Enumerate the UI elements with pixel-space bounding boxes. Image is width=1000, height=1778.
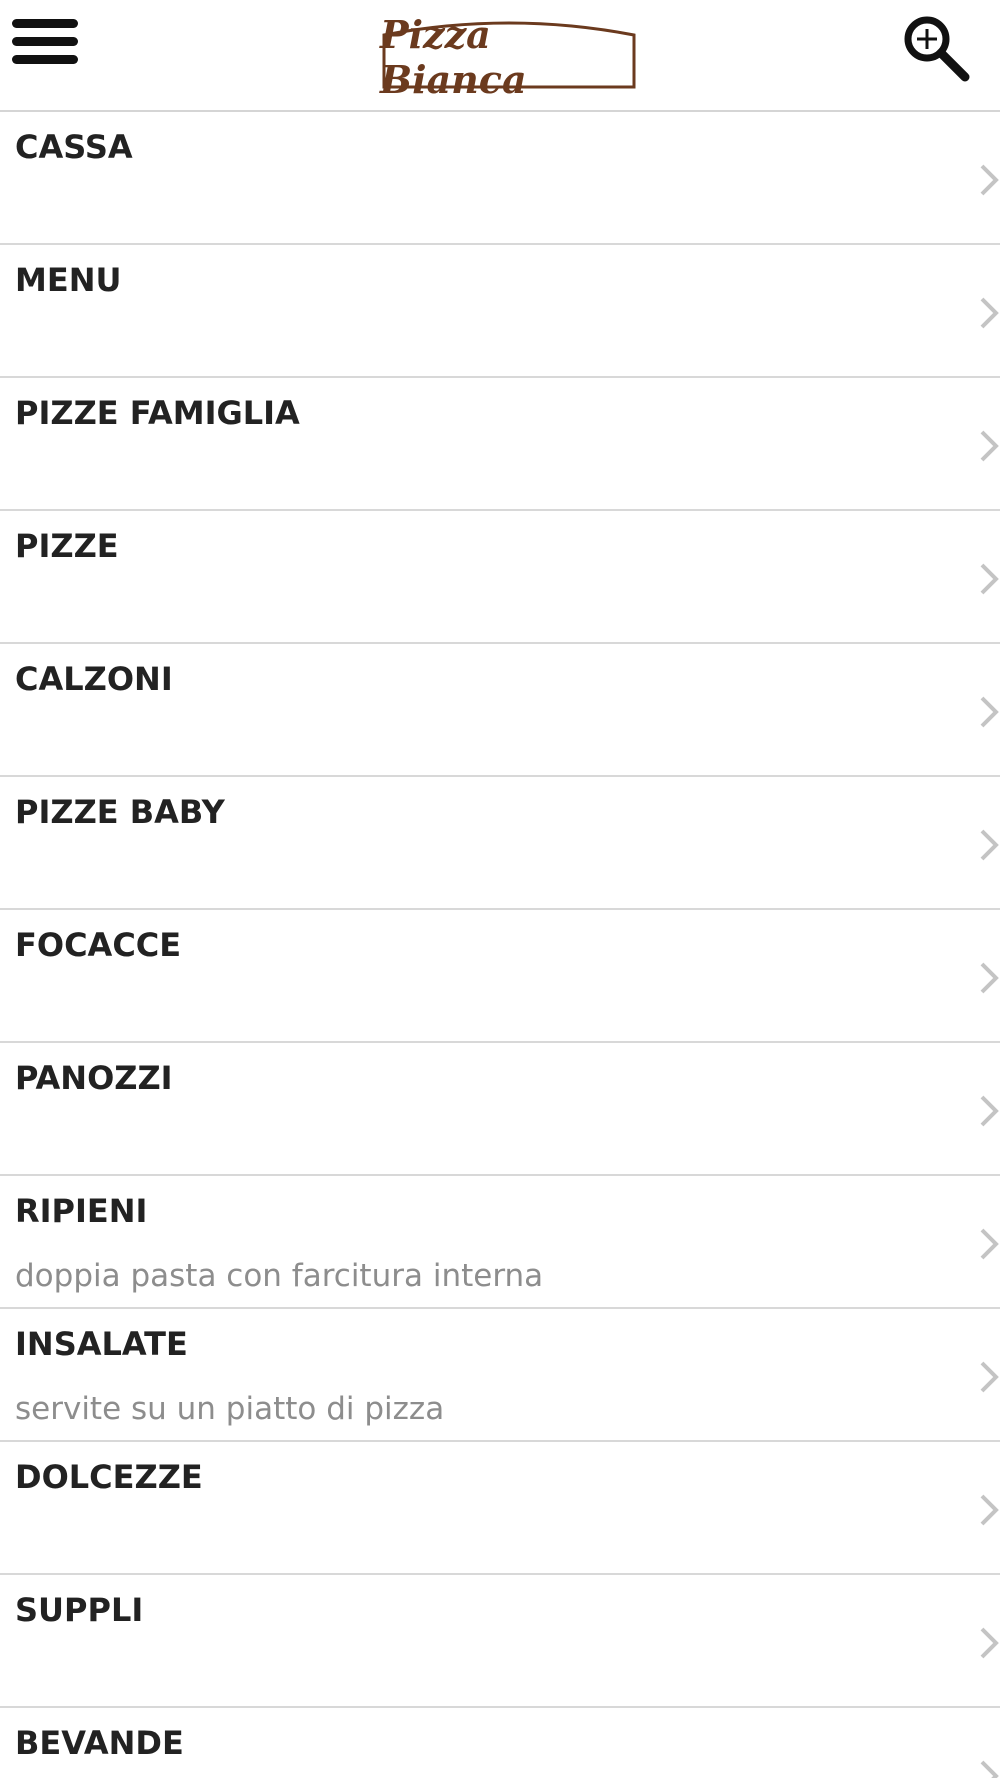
app-screen: Pizza Bianca CASSA MENU PIZZE FAMIGLIA P… — [0, 0, 1000, 1778]
category-row-pizze-baby[interactable]: PIZZE BABY — [0, 777, 1000, 910]
chevron-right-icon — [980, 962, 999, 994]
category-title: MENU — [15, 261, 122, 299]
app-header: Pizza Bianca — [0, 0, 1000, 112]
category-row-insalate[interactable]: INSALATE servite su un piatto di pizza — [0, 1309, 1000, 1442]
brand-logo[interactable]: Pizza Bianca — [380, 12, 638, 102]
chevron-right-icon — [980, 1494, 999, 1526]
category-row-panozzi[interactable]: PANOZZI — [0, 1043, 1000, 1176]
logo-text: Pizza Bianca — [380, 12, 527, 102]
category-row-focacce[interactable]: FOCACCE — [0, 910, 1000, 1043]
category-title: BEVANDE — [15, 1724, 184, 1762]
category-title: DOLCEZZE — [15, 1458, 203, 1496]
category-row-pizze[interactable]: PIZZE — [0, 511, 1000, 644]
category-title: PIZZE FAMIGLIA — [15, 394, 300, 432]
category-title: FOCACCE — [15, 926, 182, 964]
chevron-right-icon — [980, 563, 999, 595]
chevron-right-icon — [980, 1760, 999, 1778]
chevron-right-icon — [980, 696, 999, 728]
category-row-dolcezze[interactable]: DOLCEZZE — [0, 1442, 1000, 1575]
chevron-right-icon — [980, 1228, 999, 1260]
category-list: CASSA MENU PIZZE FAMIGLIA PIZZE CALZONI … — [0, 112, 1000, 1778]
chevron-right-icon — [980, 430, 999, 462]
category-row-menu[interactable]: MENU — [0, 245, 1000, 378]
category-title: RIPIENI — [15, 1192, 148, 1230]
category-row-bevande[interactable]: BEVANDE — [0, 1708, 1000, 1778]
category-subtitle: servite su un piatto di pizza — [15, 1391, 445, 1427]
chevron-right-icon — [980, 829, 999, 861]
category-row-ripieni[interactable]: RIPIENI doppia pasta con farcitura inter… — [0, 1176, 1000, 1309]
category-subtitle: doppia pasta con farcitura interna — [15, 1258, 544, 1294]
category-title: CASSA — [15, 128, 133, 166]
category-title: SUPPLI — [15, 1591, 144, 1629]
chevron-right-icon — [980, 297, 999, 329]
menu-bar-middle — [12, 37, 78, 46]
chevron-right-icon — [980, 1627, 999, 1659]
category-title: CALZONI — [15, 660, 173, 698]
menu-bar-bottom — [12, 55, 78, 64]
chevron-right-icon — [980, 1361, 999, 1393]
category-title: PIZZE — [15, 527, 119, 565]
chevron-right-icon — [980, 164, 999, 196]
category-row-calzoni[interactable]: CALZONI — [0, 644, 1000, 777]
category-title: PANOZZI — [15, 1059, 173, 1097]
category-title: INSALATE — [15, 1325, 188, 1363]
zoom-in-search-icon[interactable] — [900, 12, 974, 86]
category-row-suppli[interactable]: SUPPLI — [0, 1575, 1000, 1708]
hamburger-menu-icon[interactable] — [10, 16, 82, 70]
chevron-right-icon — [980, 1095, 999, 1127]
category-row-cassa[interactable]: CASSA — [0, 112, 1000, 245]
category-row-pizze-famiglia[interactable]: PIZZE FAMIGLIA — [0, 378, 1000, 511]
category-title: PIZZE BABY — [15, 793, 225, 831]
menu-bar-top — [12, 19, 78, 28]
